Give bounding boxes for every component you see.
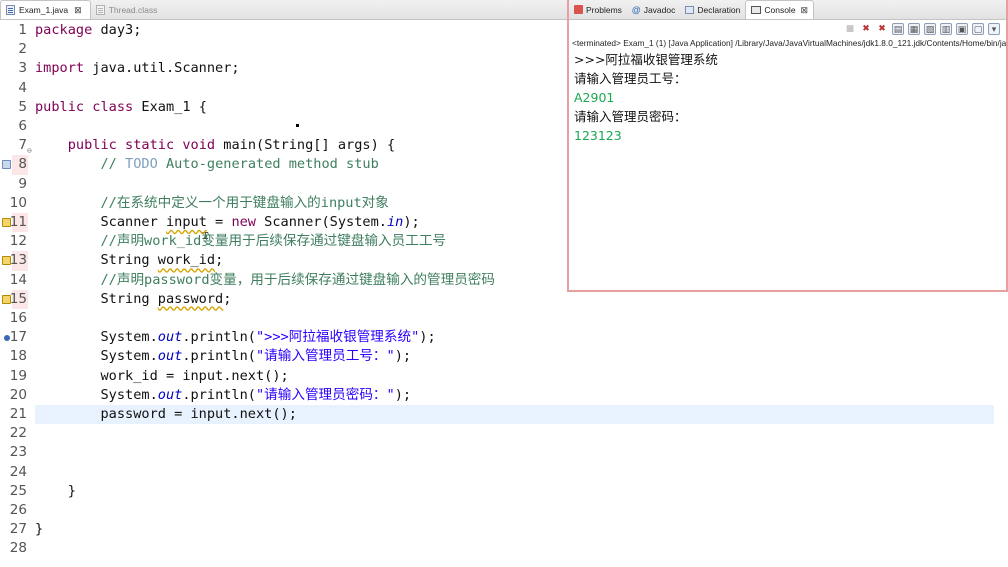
tab-javadoc[interactable]: @ Javadoc <box>627 0 680 19</box>
code-line[interactable]: 22 <box>0 424 1008 443</box>
line-number: 25 <box>9 482 27 499</box>
code-line[interactable]: 17 System.out.println(">>>阿拉福收银管理系统"); <box>0 328 1008 347</box>
code-line[interactable]: 19 work_id = input.next(); <box>0 367 1008 386</box>
java-file-icon <box>6 5 15 15</box>
line-number: 19 <box>9 367 27 384</box>
code-text: System.out.println("请输入管理员工号："); <box>35 348 412 365</box>
tab-declaration[interactable]: Declaration <box>680 0 745 19</box>
code-line[interactable]: 26 <box>0 501 1008 520</box>
console-output[interactable]: >>>阿拉福收银管理系统 请输入管理员工号： A2901 请输入管理员密码： 12312… <box>574 50 1004 145</box>
line-number: 7 <box>18 137 27 154</box>
display-selected-icon[interactable]: ▣ <box>956 22 968 35</box>
line-number: 3 <box>18 60 27 77</box>
close-icon[interactable]: ⊠ <box>74 5 82 16</box>
word-wrap-icon[interactable]: ▦ <box>908 22 920 35</box>
remove-launch-icon[interactable]: ✖ <box>860 23 872 35</box>
remove-all-icon[interactable]: ✖ <box>876 23 888 35</box>
code-line[interactable]: 16 <box>0 309 1008 328</box>
editor-tab-label: Exam_1.java <box>19 5 69 15</box>
line-number: 20 <box>9 386 27 403</box>
line-number: 4 <box>18 79 27 96</box>
line-number: 2 <box>18 41 27 58</box>
console-output-line: 请输入管理员密码： <box>574 109 687 124</box>
code-line[interactable]: 25 } <box>0 482 1008 501</box>
editor-tab-thread-class[interactable]: Thread.class <box>91 0 166 19</box>
code-line[interactable]: 21 password = input.next(); <box>0 405 1008 425</box>
code-line[interactable]: 20 System.out.println("请输入管理员密码："); <box>0 386 1008 405</box>
tab-label: Javadoc <box>643 4 676 15</box>
code-text: System.out.println(">>>阿拉福收银管理系统"); <box>35 329 436 346</box>
code-line[interactable]: 18 System.out.println("请输入管理员工号："); <box>0 347 1008 366</box>
scroll-lock-icon[interactable]: ▤ <box>892 22 904 35</box>
tab-label: Declaration <box>697 4 741 15</box>
editor-tab-label: Thread.class <box>108 4 158 15</box>
line-number: 24 <box>9 463 27 480</box>
line-number: 16 <box>9 310 27 326</box>
tab-label: Console <box>764 5 796 15</box>
line-number: 21 <box>9 406 27 422</box>
line-number: 22 <box>9 425 27 442</box>
problems-icon <box>574 5 583 14</box>
clear-console-icon[interactable]: ▧ <box>924 22 936 35</box>
close-icon[interactable]: ⊠ <box>801 5 809 16</box>
line-number: 28 <box>9 540 27 557</box>
class-file-icon <box>95 4 105 15</box>
task-marker-icon[interactable] <box>2 160 11 170</box>
code-text: password = input.next(); <box>35 405 994 425</box>
line-number: 26 <box>9 502 27 518</box>
tab-console[interactable]: Console ⊠ <box>745 0 815 19</box>
line-number: 18 <box>9 348 27 365</box>
editor-tab-bar: Exam_1.java ⊠ Thread.class <box>0 0 567 20</box>
code-line[interactable]: 27} <box>0 520 1008 539</box>
console-toolbar: ■ ✖ ✖ ▤ ▦ ▧ ▥ ▣ ▢ ▾ <box>569 20 1006 37</box>
console-icon <box>751 6 762 14</box>
terminate-icon[interactable]: ■ <box>844 23 856 35</box>
line-number: 23 <box>9 444 27 461</box>
line-number: 6 <box>18 118 27 134</box>
line-number: 14 <box>9 271 27 288</box>
console-output-line: 请输入管理员工号： <box>574 71 687 86</box>
console-status: <terminated> Exam_1 (1) [Java Applicatio… <box>572 38 1006 48</box>
console-output-line: >>>阿拉福收银管理系统 <box>574 52 718 67</box>
javadoc-icon: @ <box>631 4 641 15</box>
console-input-line: 123123 <box>574 128 622 143</box>
code-text: } <box>35 482 76 499</box>
pin-console-icon[interactable]: ▥ <box>940 22 952 35</box>
warning-marker-icon[interactable] <box>2 218 11 227</box>
line-number: 5 <box>18 98 27 115</box>
code-line[interactable]: 23 <box>0 443 1008 462</box>
line-number: 9 <box>18 175 27 192</box>
code-line[interactable]: 15 String password; <box>0 289 1008 309</box>
console-input-line: A2901 <box>574 90 615 105</box>
declaration-icon <box>685 5 695 14</box>
code-text: work_id = input.next(); <box>35 367 289 384</box>
open-console-icon[interactable]: ▢ <box>972 22 984 35</box>
warning-marker-icon[interactable] <box>2 294 11 304</box>
line-number: 1 <box>18 22 27 38</box>
code-text: } <box>35 521 44 538</box>
code-text: String password; <box>35 290 232 307</box>
console-tab-bar: Problems @ Javadoc Declaration Console ⊠ <box>569 0 1006 20</box>
editor-tab-exam-1-java[interactable]: Exam_1.java ⊠ <box>0 0 91 19</box>
line-number: 10 <box>9 194 27 211</box>
code-line[interactable]: 24 <box>0 463 1008 482</box>
line-number: 12 <box>9 233 27 250</box>
tab-problems[interactable]: Problems <box>569 0 627 19</box>
tab-label: Problems <box>586 4 622 15</box>
code-line[interactable]: 28 <box>0 539 1008 558</box>
warning-marker-icon[interactable] <box>2 256 11 266</box>
console-view: Problems @ Javadoc Declaration Console ⊠ ■ ✖ ✖ ▤… <box>567 0 1008 292</box>
code-text: System.out.println("请输入管理员密码："); <box>35 386 412 403</box>
view-menu-icon[interactable]: ▾ <box>988 22 1000 35</box>
line-number: 27 <box>9 521 27 538</box>
